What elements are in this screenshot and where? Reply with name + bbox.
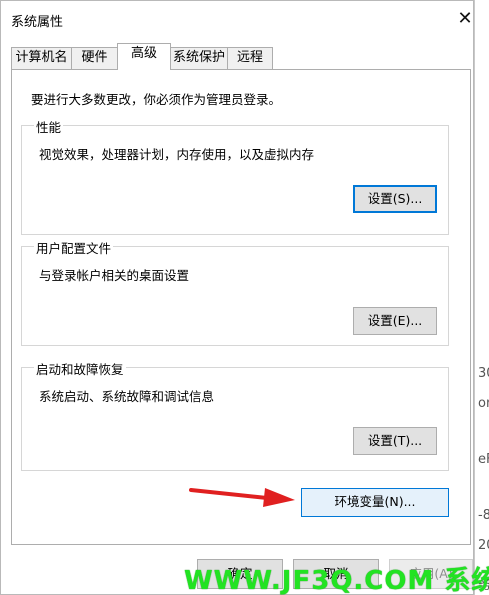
startup-recovery-settings-button[interactable]: 设置(T)... [353,427,437,455]
tab-hardware[interactable]: 硬件 [71,47,118,69]
environment-variables-button[interactable]: 环境变量(N)... [301,488,449,517]
tab-system-protection[interactable]: 系统保护 [170,47,228,69]
tab-computer-name[interactable]: 计算机名 [11,47,72,69]
performance-settings-button[interactable]: 设置(S)... [353,185,437,213]
background-window [474,0,489,595]
group-desc-performance: 视觉效果，处理器计划，内存使用，以及虚拟内存 [39,147,315,162]
group-startup-recovery: 启动和故障恢复 系统启动、系统故障和调试信息 [21,359,449,471]
group-title-user-profiles: 用户配置文件 [34,238,114,257]
window-title: 系统属性 [11,15,64,30]
tab-advanced[interactable]: 高级 [117,43,171,70]
background-window-text: 20 [478,538,489,553]
system-properties-dialog: 系统属性 ✕ 计算机名 硬件 高级 系统保护 远程 要进行大多数更改，你必须作为… [0,0,474,595]
group-performance: 性能 视觉效果，处理器计划，内存使用，以及虚拟内存 [21,117,449,235]
admin-notice: 要进行大多数更改，你必须作为管理员登录。 [31,92,282,107]
group-desc-startup-recovery: 系统启动、系统故障和调试信息 [39,389,215,404]
background-window-text: 30 [478,366,489,381]
tab-remote[interactable]: 远程 [227,47,273,69]
group-title-performance: 性能 [34,117,64,136]
close-icon[interactable]: ✕ [451,5,479,33]
group-desc-user-profiles: 与登录帐户相关的桌面设置 [39,268,190,283]
background-window-text: ore [478,396,489,411]
background-window-text: -8 [478,508,489,523]
background-window-text: eF [478,452,489,467]
title-bar[interactable]: 系统属性 ✕ [1,1,473,37]
annotation-arrow-icon [189,488,295,507]
group-title-startup-recovery: 启动和故障恢复 [34,359,126,378]
user-profiles-settings-button[interactable]: 设置(E)... [353,307,437,335]
watermark: WWW.JF3Q.COM 系统之家 .IT [184,566,489,595]
screen: 30 ore eF -8 20 务 系统属性 ✕ 计算机名 硬件 高级 系统保护… [0,0,489,595]
